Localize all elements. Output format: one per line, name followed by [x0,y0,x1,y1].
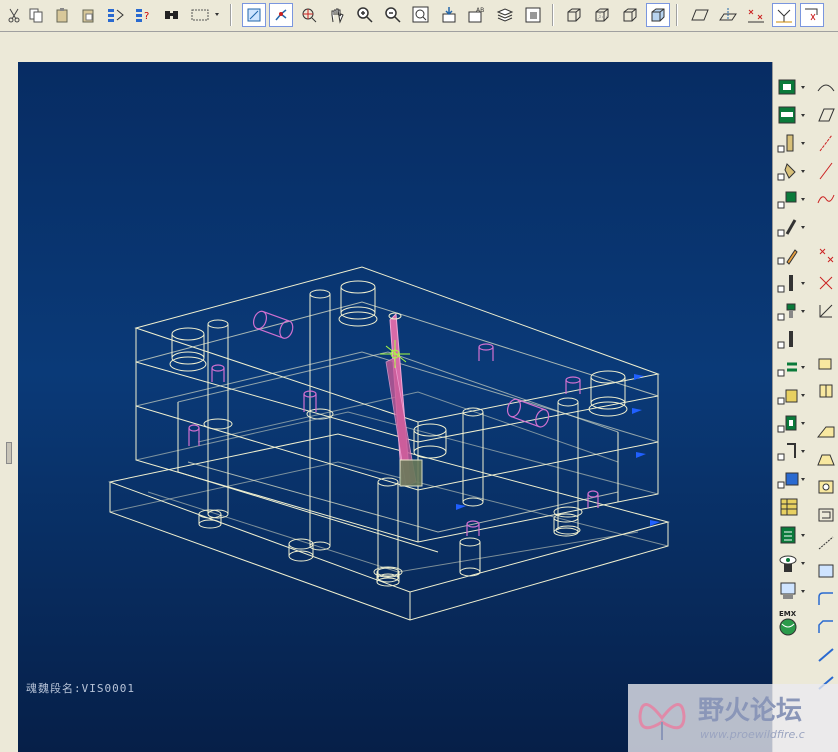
return-pin [288,538,314,562]
mirror-icon[interactable] [815,644,837,666]
drawing-icon[interactable] [775,524,809,546]
wireframe-icon[interactable] [562,3,586,27]
svg-text:?: ? [144,11,149,22]
emx-globe-icon[interactable]: EMX [775,608,809,638]
mold-layout-icon[interactable] [775,104,809,126]
draft-icon[interactable] [815,560,837,582]
refit-icon[interactable] [409,3,433,27]
reorient-icon[interactable] [437,3,461,27]
cut-icon[interactable] [2,3,26,27]
view-manager-icon[interactable] [521,3,545,27]
toolbar-gap [0,32,838,62]
paste-icon[interactable] [50,3,74,27]
sketch-curve-icon[interactable] [815,76,837,98]
datum-curve-icon[interactable] [815,188,837,210]
toolbar-separator [676,4,678,26]
no-hidden-icon[interactable] [618,3,642,27]
return-pin [462,407,484,507]
zoom-out-icon[interactable] [381,3,405,27]
hidden-line-icon[interactable] [590,3,614,27]
screw-icon[interactable] [775,300,809,322]
sprue-bushing-icon[interactable] [775,160,809,182]
blend-icon[interactable] [815,448,837,470]
graphics-window[interactable]: 魂魏段名:VIS0001 [18,62,772,752]
slider-icon[interactable] [775,188,809,210]
datum-planes-on-icon[interactable] [688,3,712,27]
regen-manager-icon[interactable]: ? [132,3,156,27]
analysis-icon[interactable] [815,300,837,322]
mold-assembly-wireframe [108,266,670,621]
datum-plane-display-icon[interactable] [242,3,266,27]
datum-axis-display-icon[interactable] [269,3,293,27]
rib-icon[interactable] [815,532,837,554]
watermark-title: 野火论坛 [698,696,803,726]
zoom-in-icon[interactable] [353,3,377,27]
mold-feature-toolbar: EMX [772,62,838,752]
pan-hand-icon[interactable] [325,3,349,27]
spin-center-icon[interactable] [297,3,321,27]
computer-icon[interactable] [775,580,809,602]
insert-icon[interactable] [775,384,809,406]
shading-icon[interactable] [646,3,670,27]
sweep-icon[interactable] [815,420,837,442]
svg-text:AB: AB [476,7,484,14]
shell-icon[interactable] [815,504,837,526]
copy-icon[interactable] [24,3,48,27]
datum-point-icon[interactable] [815,244,837,266]
toolbar-separator [552,4,554,26]
saved-views-icon[interactable]: AB [465,3,489,27]
datum-plane-icon[interactable] [815,104,837,126]
return-pin [459,537,481,577]
hole-icon[interactable] [815,476,837,498]
gate-icon[interactable] [775,412,809,434]
revolve-icon[interactable] [815,380,837,402]
navigator-sash[interactable] [0,62,19,752]
guide-pin [413,423,447,459]
guide-pin [588,370,628,417]
mold-base-icon[interactable] [775,76,809,98]
lifter-icon[interactable] [775,216,809,238]
datum-line-icon[interactable] [815,160,837,182]
main-toolbar: ? AB [0,0,838,32]
pencil-icon[interactable] [775,244,809,266]
forum-watermark: 野火论坛 www.proewildfire.c [628,684,838,752]
round-icon[interactable] [815,588,837,610]
find-icon[interactable] [160,3,184,27]
angled-lifter [385,312,423,487]
ejector-pin-icon[interactable] [775,132,809,154]
butterfly-logo-icon [638,703,686,740]
spin-center-on-icon[interactable] [800,3,824,27]
eye-view-icon[interactable] [775,552,809,574]
layers-icon[interactable] [493,3,517,27]
svg-text:EMX: EMX [779,610,797,618]
dowel-icon[interactable] [775,328,809,350]
water-line-icon[interactable] [775,356,809,378]
chamfer-icon[interactable] [815,616,837,638]
datum-points-on-icon[interactable] [744,3,768,27]
return-pin [373,477,403,583]
watermark-url: www.proewildfire.c [700,728,805,741]
csys-icon[interactable] [815,272,837,294]
toolbar-separator [230,4,232,26]
cooling-line-icon[interactable] [775,272,809,294]
runner-icon[interactable] [775,440,809,462]
view-name-label: 魂魏段名:VIS0001 [26,682,135,695]
datum-axis-icon[interactable] [815,132,837,154]
regenerate-icon[interactable] [104,3,128,27]
sash-handle[interactable] [6,442,12,464]
coordinate-systems-on-icon[interactable] [772,3,796,27]
locating-ring-icon[interactable] [775,468,809,490]
datum-axes-on-icon[interactable] [716,3,740,27]
extrude-icon[interactable] [815,352,837,374]
bottom-clamp-plate [108,433,670,621]
selection-csys [380,340,410,368]
bom-table-icon[interactable] [775,496,809,518]
selection-box-dropdown[interactable] [188,3,224,27]
paste-special-icon[interactable] [76,3,100,27]
